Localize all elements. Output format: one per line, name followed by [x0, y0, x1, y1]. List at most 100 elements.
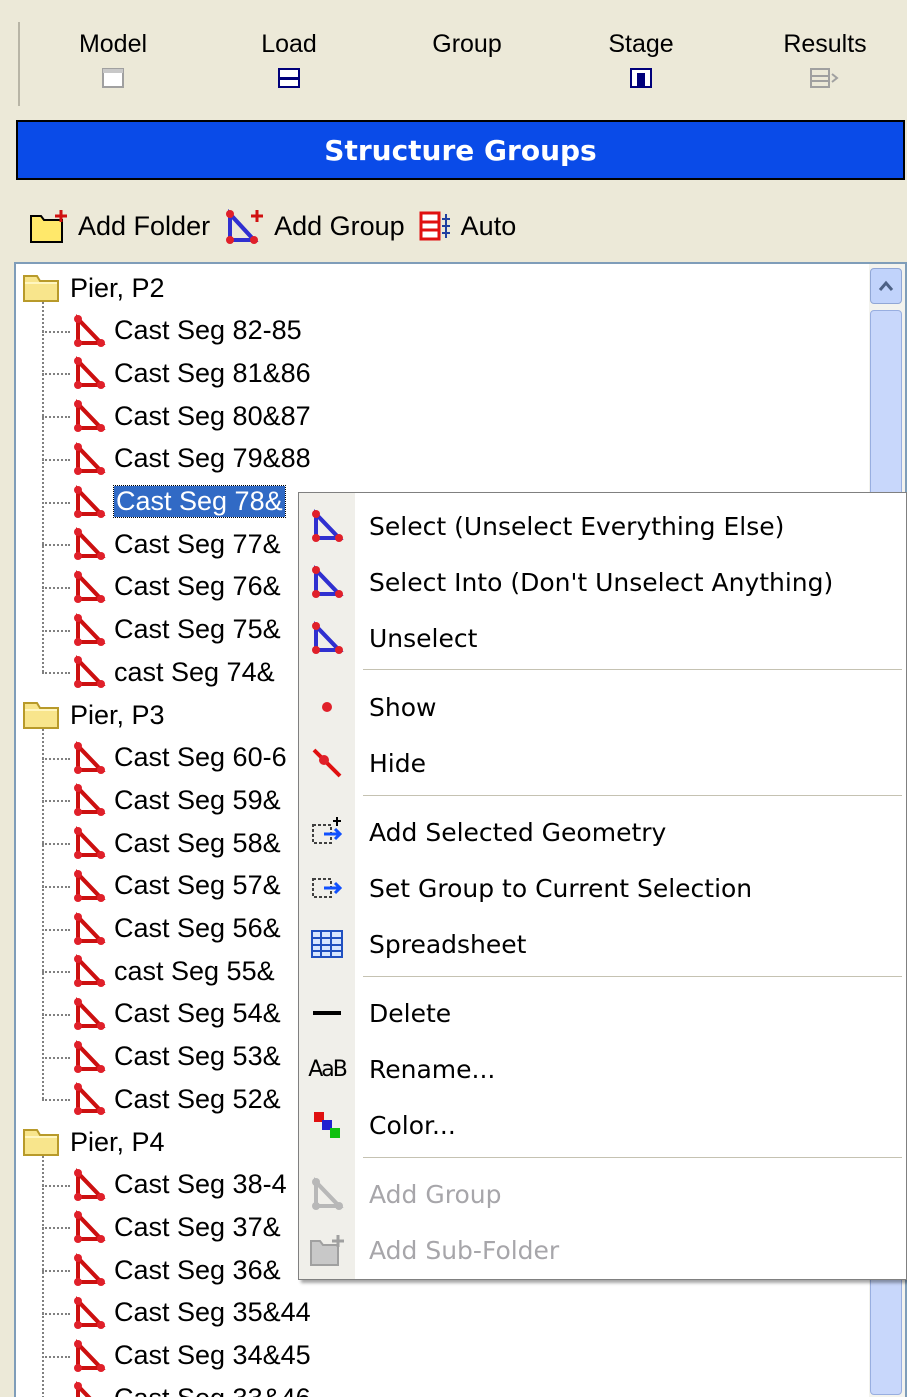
add-folder-label: Add Folder: [78, 210, 211, 241]
tree-connector: [42, 971, 70, 974]
menu-item-select-into-don-t-unselect-anything[interactable]: Select Into (Don't Unselect Anything): [299, 557, 906, 607]
menu-item-spreadsheet[interactable]: Spreadsheet: [299, 919, 906, 969]
menu-separator: [363, 976, 902, 977]
add-geometry-icon: [312, 817, 343, 844]
group-label: Cast Seg 79&88: [114, 443, 311, 474]
menu-item-icon-slot: [299, 700, 355, 714]
tree-group-item[interactable]: Cast Seg 77&: [72, 524, 281, 564]
tree-group-item[interactable]: Cast Seg 38-4: [72, 1165, 287, 1205]
add-group-button[interactable]: Add Group: [224, 208, 405, 244]
tree-group-item[interactable]: Cast Seg 56&: [72, 909, 281, 949]
group-label: Cast Seg 80&87: [114, 400, 311, 431]
group-label: Cast Seg 78&: [113, 485, 286, 518]
structure-group-icon: [74, 1338, 106, 1372]
menu-separator: [363, 1157, 902, 1158]
menu-item-unselect[interactable]: Unselect: [299, 613, 906, 663]
menu-item-label: Hide: [369, 748, 426, 778]
folder-label: Pier, P3: [70, 699, 165, 730]
menu-item-label: Select (Unselect Everything Else): [369, 511, 785, 541]
menu-item-label: Add Selected Geometry: [369, 817, 667, 847]
tree-group-item[interactable]: Cast Seg 75&: [72, 610, 281, 650]
menu-item-set-group-to-current-selection[interactable]: Set Group to Current Selection: [299, 863, 906, 913]
tree-connector: [42, 458, 70, 461]
group-label: Cast Seg 38-4: [114, 1169, 287, 1200]
menu-item-icon-slot: [299, 509, 355, 543]
auto-button[interactable]: Auto: [419, 211, 516, 242]
tree-branch-line: [42, 729, 44, 1100]
structure-group-icon: [74, 1295, 106, 1329]
structure-group-icon: [74, 655, 106, 689]
menu-item-delete[interactable]: Delete: [299, 988, 906, 1038]
group-label: Cast Seg 81&86: [114, 357, 311, 388]
menu-item-icon-slot: [299, 1233, 355, 1267]
menu-item-add-group[interactable]: Add Group: [299, 1169, 906, 1219]
group-label: Cast Seg 77&: [114, 528, 281, 559]
tree-group-item[interactable]: Cast Seg 60-6: [72, 738, 287, 778]
tree-group-item[interactable]: Cast Seg 36&: [72, 1250, 281, 1290]
menu-item-add-selected-geometry[interactable]: Add Selected Geometry: [299, 807, 906, 857]
scroll-up-button[interactable]: [870, 268, 902, 304]
tab-load[interactable]: Load: [234, 30, 344, 88]
tree-group-item[interactable]: Cast Seg 37&: [72, 1207, 281, 1247]
tree-group-item[interactable]: Cast Seg 52&: [72, 1079, 281, 1119]
chevron-up-icon: [878, 280, 894, 291]
folder-icon: [23, 702, 59, 729]
menu-item-label: Color...: [369, 1110, 456, 1140]
group-label: Cast Seg 34&45: [114, 1340, 311, 1370]
menu-item-label: Add Group: [369, 1179, 502, 1209]
tab-group[interactable]: Group: [412, 30, 522, 88]
tree-connector: [42, 501, 70, 504]
tree-group-item[interactable]: Cast Seg 34&45: [72, 1336, 311, 1376]
tree-group-item[interactable]: Cast Seg 33&46: [72, 1378, 311, 1397]
add-folder-button[interactable]: Add Folder: [28, 208, 210, 244]
menu-item-select-unselect-everything-else[interactable]: Select (Unselect Everything Else): [299, 501, 906, 551]
tree-group-item[interactable]: Cast Seg 35&44: [72, 1293, 311, 1333]
menu-item-label: Add Sub-Folder: [369, 1235, 560, 1265]
menu-item-rename[interactable]: AaB Rename...: [299, 1044, 906, 1094]
menu-item-color[interactable]: Color...: [299, 1100, 906, 1150]
tree-group-item[interactable]: Cast Seg 79&88: [72, 439, 311, 479]
tree-group-item[interactable]: Cast Seg 82-85: [72, 311, 302, 351]
group-label: Cast Seg 60-6: [114, 742, 287, 773]
structure-group-icon: [74, 996, 106, 1030]
menu-item-icon-slot: [299, 929, 355, 959]
tab-results-label: Results: [783, 30, 867, 58]
structure-group-icon: [74, 1210, 106, 1244]
group-label: Cast Seg 76&: [114, 571, 281, 602]
tree-connector: [42, 800, 70, 803]
structure-group-icon: [74, 612, 106, 646]
tree-group-item[interactable]: Cast Seg 78&: [72, 482, 286, 522]
tab-model[interactable]: Model: [58, 30, 168, 88]
tree-branch-line: [42, 1156, 44, 1397]
tree-group-item[interactable]: Cast Seg 54&: [72, 994, 281, 1034]
menu-item-label: Set Group to Current Selection: [369, 873, 753, 903]
tree-group-item[interactable]: Cast Seg 76&: [72, 567, 281, 607]
menu-item-add-sub-folder[interactable]: Add Sub-Folder: [299, 1225, 906, 1275]
structure-group-icon: [74, 356, 106, 390]
structure-group-icon: [74, 399, 106, 433]
tree-connector: [42, 928, 70, 931]
tab-results[interactable]: Results: [770, 30, 880, 88]
structure-group-icon: [74, 1381, 92, 1397]
menu-item-hide[interactable]: Hide: [299, 738, 906, 788]
group-label: cast Seg 55&: [114, 955, 275, 986]
group-label: Cast Seg 35&44: [114, 1297, 311, 1328]
tree-group-item[interactable]: Cast Seg 81&86: [72, 353, 311, 393]
menu-item-label: Delete: [369, 998, 452, 1028]
tab-stage[interactable]: Stage: [586, 30, 696, 88]
tree-group-item[interactable]: cast Seg 74&: [72, 652, 275, 692]
tree-group-item[interactable]: Cast Seg 58&: [72, 823, 281, 863]
tree-group-item[interactable]: Cast Seg 57&: [72, 866, 281, 906]
tree-group-item[interactable]: Cast Seg 53&: [72, 1037, 281, 1077]
tree-group-item[interactable]: Cast Seg 80&87: [72, 396, 311, 436]
group-label: Cast Seg 59&: [114, 784, 281, 815]
group-toolbar: Add Folder Add Group Auto: [28, 202, 530, 250]
tree-connector: [42, 629, 70, 632]
structure-group-icon: [74, 441, 106, 475]
tree-connector: [42, 843, 70, 846]
tree-group-item[interactable]: Cast Seg 59&: [72, 780, 281, 820]
tree-group-item[interactable]: cast Seg 55&: [72, 951, 275, 991]
menu-item-show[interactable]: Show: [299, 682, 906, 732]
structure-group-icon: [74, 1167, 106, 1201]
structure-group-icon: [74, 868, 106, 902]
